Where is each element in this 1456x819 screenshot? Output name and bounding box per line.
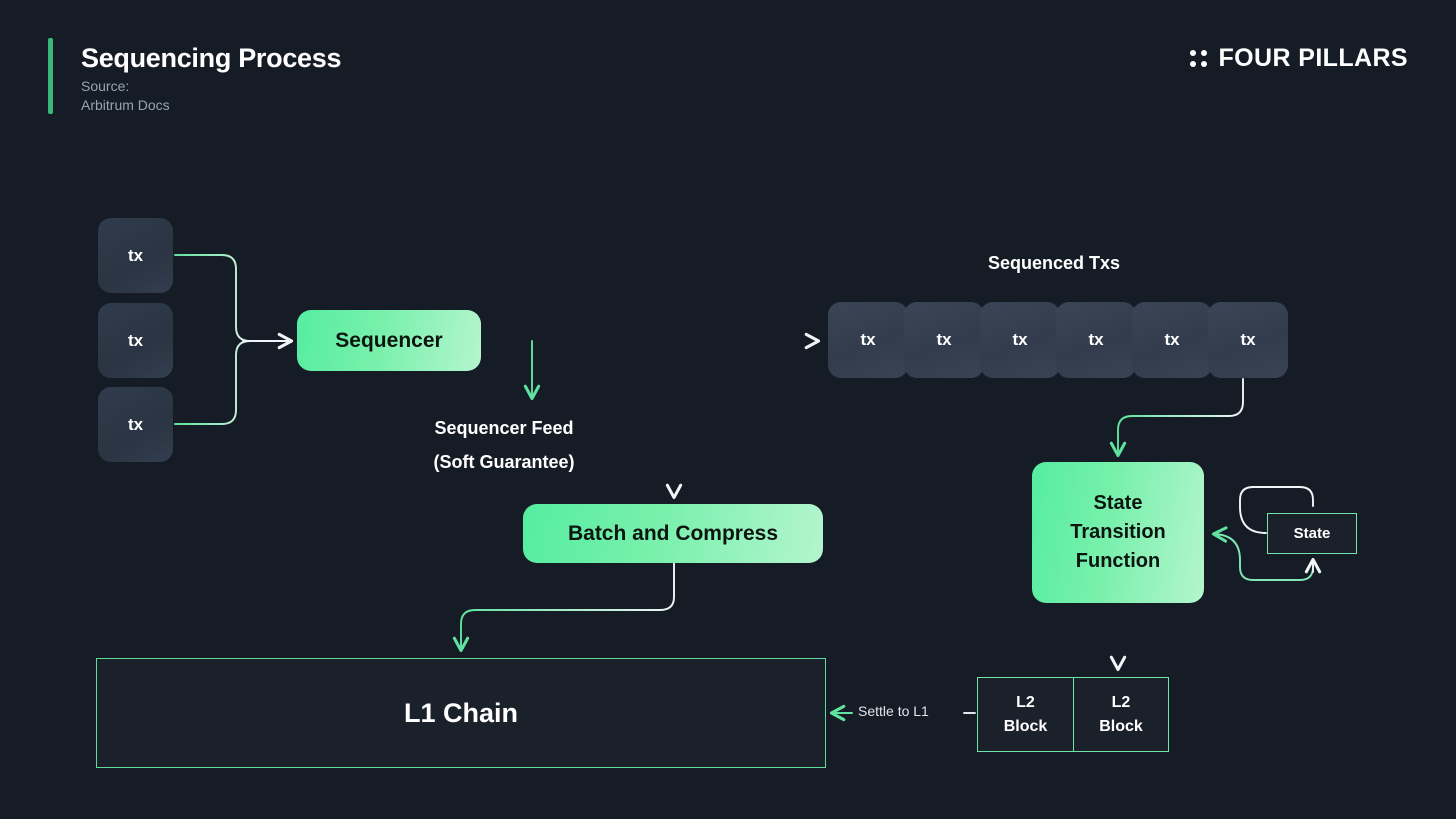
source-value: Arbitrum Docs <box>81 97 170 113</box>
sequencer-feed-label: Sequencer Feed (Soft Guarantee) <box>419 412 589 480</box>
tx-label: tx <box>1088 330 1104 349</box>
tx-label: tx <box>860 330 876 349</box>
sequenced-tx-box[interactable]: tx <box>904 302 984 378</box>
sequenced-tx-box[interactable]: tx <box>1208 302 1288 378</box>
brand-logo: FOUR PILLARS <box>1190 44 1408 73</box>
sequencer-node[interactable]: Sequencer <box>297 310 481 371</box>
tx-label: tx <box>1164 330 1180 349</box>
incoming-tx-box[interactable]: tx <box>98 387 173 462</box>
state-node[interactable]: State <box>1267 513 1357 554</box>
sequenced-tx-box[interactable]: tx <box>1056 302 1136 378</box>
sequencer-label: Sequencer <box>335 328 443 352</box>
l2-block-line2: Block <box>1003 717 1048 735</box>
wire-tx1-to-sequencer <box>174 254 251 342</box>
slide-canvas: Sequencing Process Source: Arbitrum Docs… <box>0 0 1456 819</box>
sequenced-tx-box[interactable]: tx <box>828 302 908 378</box>
l1-chain-label: L1 Chain <box>403 697 518 728</box>
batch-and-compress-label: Batch and Compress <box>567 521 779 545</box>
l1-chain-node[interactable]: L1 Chain <box>96 658 826 768</box>
l2-block-line1: L2 <box>1016 693 1035 711</box>
l2-block-line1: L2 <box>1111 693 1131 711</box>
page-title: Sequencing Process <box>81 43 342 73</box>
brand-name: FOUR PILLARS <box>1218 44 1408 72</box>
tx-label: tx <box>936 330 952 349</box>
l2-block[interactable]: L2 Block <box>1073 678 1168 751</box>
stf-line2: Transition <box>1070 521 1166 543</box>
batch-and-compress-node[interactable]: Batch and Compress <box>523 504 823 563</box>
tx-label: tx <box>127 330 144 350</box>
source-label: Source: <box>81 78 130 94</box>
sequencer-feed-line2: (Soft Guarantee) <box>433 451 575 472</box>
sequencer-feed-line1: Sequencer Feed <box>434 418 574 438</box>
l2-block[interactable]: L2 Block <box>978 678 1073 751</box>
incoming-tx-box[interactable]: tx <box>98 303 173 378</box>
l2-block-line2: Block <box>1099 717 1143 735</box>
state-transition-function-node[interactable]: State Transition Function <box>1032 462 1204 603</box>
wire-sequenced-txs-to-stf <box>1109 378 1244 458</box>
state-label: State <box>1293 525 1331 542</box>
stf-line1: State <box>1093 492 1143 514</box>
tx-label: tx <box>127 245 144 265</box>
settle-to-l1-label: Settle to L1 <box>858 703 929 719</box>
wire-tx3-to-sequencer <box>174 340 251 425</box>
four-dots-icon <box>1190 50 1208 67</box>
tx-label: tx <box>1240 330 1256 349</box>
tx-label: tx <box>127 414 144 434</box>
sequenced-tx-box[interactable]: tx <box>1132 302 1212 378</box>
l2-blocks-group: L2 Block L2 Block <box>977 677 1169 752</box>
wire-batch-to-l1-chain <box>452 562 675 653</box>
stf-line3: Function <box>1075 550 1161 572</box>
sequenced-tx-box[interactable]: tx <box>980 302 1060 378</box>
sequenced-txs-title: Sequenced Txs <box>987 253 1121 273</box>
title-accent-bar <box>48 38 53 114</box>
tx-label: tx <box>1012 330 1028 349</box>
incoming-tx-box[interactable]: tx <box>98 218 173 293</box>
